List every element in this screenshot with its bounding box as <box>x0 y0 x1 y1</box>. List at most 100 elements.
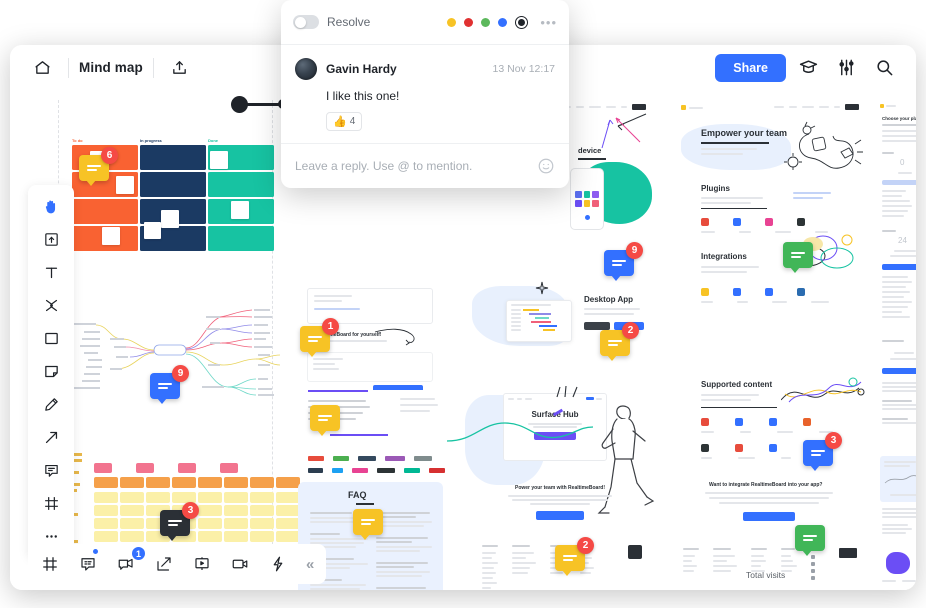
reply-input[interactable]: Leave a reply. Use @ to mention. <box>295 159 537 173</box>
sticky-note[interactable] <box>224 492 248 503</box>
sticky-note[interactable] <box>94 477 118 488</box>
sticky-note[interactable] <box>146 492 170 503</box>
sticky-note[interactable] <box>120 492 144 503</box>
sticky-note[interactable] <box>224 518 248 529</box>
sticky-note[interactable] <box>224 531 248 542</box>
hand-tool[interactable] <box>34 191 68 222</box>
frame-tool[interactable] <box>34 488 68 519</box>
comment-marker-storymap[interactable]: 3 <box>160 502 199 541</box>
comments-panel-button[interactable] <box>72 548 104 580</box>
sticky-note[interactable] <box>94 531 118 542</box>
comment-marker-mindmap[interactable]: 9 <box>150 365 189 404</box>
sticky-note[interactable] <box>276 518 300 529</box>
frames-panel-button[interactable] <box>34 548 66 580</box>
power-cta-button[interactable] <box>536 511 584 520</box>
kanban-card[interactable] <box>140 145 206 170</box>
pricing-plan-button[interactable] <box>882 264 916 270</box>
sticky-note[interactable] <box>172 477 196 488</box>
comment-marker-testimonial[interactable] <box>310 405 340 436</box>
smiley-icon[interactable] <box>537 157 555 175</box>
kanban-card[interactable] <box>72 199 138 224</box>
mockup-pricing-page[interactable]: Choose your plan 0 <box>876 100 916 590</box>
export-panel-button[interactable] <box>148 548 180 580</box>
sticky-note[interactable] <box>120 477 144 488</box>
shape-tool[interactable] <box>34 323 68 354</box>
color-yellow-swatch[interactable] <box>447 17 457 27</box>
sticky-note[interactable] <box>178 463 196 473</box>
comment-tool[interactable] <box>34 455 68 486</box>
color-red-swatch[interactable] <box>464 17 474 27</box>
sticky-note[interactable] <box>198 518 222 529</box>
arrow-tool[interactable] <box>34 422 68 453</box>
video-call-button[interactable] <box>224 548 256 580</box>
sticky-note[interactable] <box>136 463 154 473</box>
mindmap-tool[interactable] <box>34 290 68 321</box>
sticky-note[interactable] <box>120 505 144 516</box>
kanban-card[interactable] <box>208 172 274 197</box>
kanban-note[interactable] <box>144 222 161 239</box>
mockup-surface[interactable]: Surface Hub <box>447 385 655 545</box>
sticky-note[interactable] <box>94 505 118 516</box>
pen-tool[interactable] <box>34 389 68 420</box>
pricing-enterprise-button[interactable] <box>882 368 916 374</box>
total-visits-chart[interactable]: Total visits 890 000 940 000 940 700 <box>700 570 890 590</box>
comment-marker-faq[interactable] <box>353 509 383 540</box>
sticky-note[interactable] <box>250 518 274 529</box>
share-button[interactable]: Share <box>715 53 786 82</box>
comment-marker-device[interactable]: 9 <box>604 242 643 281</box>
sticky-note[interactable] <box>198 505 222 516</box>
comment-marker-supported[interactable]: 3 <box>803 432 842 471</box>
sticky-note[interactable] <box>94 463 112 473</box>
comment-marker-pricing[interactable]: 1 <box>300 318 339 357</box>
kanban-note[interactable] <box>210 151 228 169</box>
export-button[interactable] <box>164 52 196 84</box>
mockup-features-page[interactable]: Empower your team Plugins Integrations S… <box>675 100 865 590</box>
upload-tool[interactable] <box>34 224 68 255</box>
kanban-note[interactable] <box>116 176 134 194</box>
settings-button[interactable] <box>830 52 862 84</box>
kanban-card[interactable] <box>140 172 206 197</box>
sticky-note[interactable] <box>250 492 274 503</box>
download-mac-button[interactable] <box>584 322 610 330</box>
color-green-swatch[interactable] <box>481 17 491 27</box>
resolve-toggle[interactable] <box>293 15 319 29</box>
kanban-note[interactable] <box>102 227 120 245</box>
sticky-note[interactable] <box>120 518 144 529</box>
sticky-note[interactable] <box>198 492 222 503</box>
color-black-swatch[interactable] <box>515 15 529 29</box>
color-blue-swatch[interactable] <box>498 17 508 27</box>
sticky-note[interactable] <box>276 505 300 516</box>
collapse-toolbar-button[interactable]: « <box>300 556 320 573</box>
sticky-note[interactable] <box>120 531 144 542</box>
presentation-button[interactable] <box>186 548 218 580</box>
sticky-note[interactable] <box>250 505 274 516</box>
comment-marker-desktop[interactable]: 2 <box>600 322 639 361</box>
tutorial-button[interactable] <box>792 52 824 84</box>
sticky-note[interactable] <box>198 531 222 542</box>
chat-panel-button[interactable]: 1 <box>110 546 146 580</box>
text-tool[interactable] <box>34 257 68 288</box>
sticky-note[interactable] <box>250 531 274 542</box>
sticky-note[interactable] <box>94 518 118 529</box>
comment-anchor-handle[interactable] <box>231 96 248 113</box>
mockup-power-cta[interactable]: Power your team with RealtimeBoard! <box>500 485 620 520</box>
reaction-chip[interactable]: 👍 4 <box>326 112 363 131</box>
sticky-note[interactable] <box>224 505 248 516</box>
sticky-note[interactable] <box>276 492 300 503</box>
sticky-note[interactable] <box>250 477 274 488</box>
sticky-note[interactable] <box>220 463 238 473</box>
integrations-button[interactable] <box>262 548 294 580</box>
sticky-note[interactable] <box>94 492 118 503</box>
comment-more-button[interactable]: ••• <box>540 15 557 30</box>
integrate-cta-button[interactable] <box>743 512 795 521</box>
comment-marker-footer[interactable]: 2 <box>555 537 594 576</box>
sticky-note[interactable] <box>276 477 300 488</box>
sticky-note[interactable] <box>198 477 222 488</box>
sticky-note[interactable] <box>146 477 170 488</box>
kanban-note[interactable] <box>231 201 249 219</box>
home-button[interactable] <box>26 52 58 84</box>
sticky-note-tool[interactable] <box>34 356 68 387</box>
comment-marker-kanban[interactable]: 6 <box>79 147 118 186</box>
search-button[interactable] <box>868 52 900 84</box>
comment-marker-site-footer[interactable] <box>795 525 825 556</box>
